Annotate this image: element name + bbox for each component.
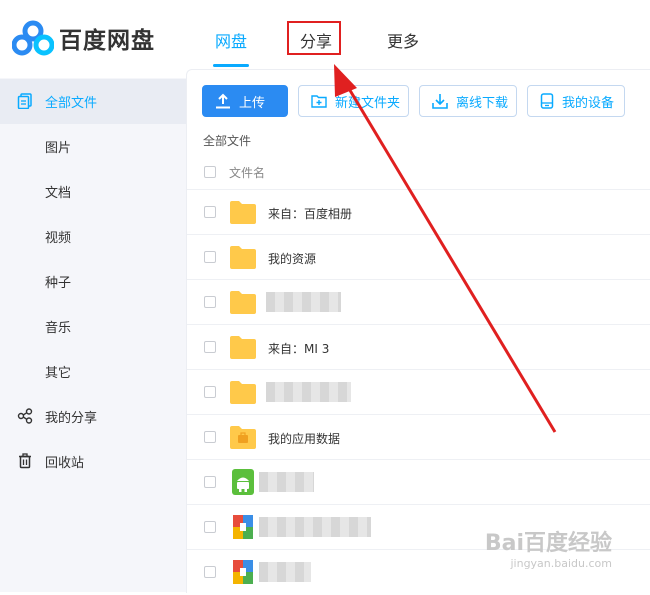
file-panel: 上传 新建文件夹 离线下载 我的设备 全部文件 文件名 来自：百度相册 我的资源… bbox=[186, 69, 650, 593]
sidebar-item-label: 回收站 bbox=[45, 456, 85, 471]
row-checkbox[interactable] bbox=[204, 251, 216, 263]
offline-download-button[interactable]: 离线下载 bbox=[419, 85, 517, 117]
table-row[interactable] bbox=[187, 369, 650, 415]
sidebar-item-label: 种子 bbox=[45, 276, 72, 291]
sidebar: 全部文件 图片 文档 视频 种子 音乐 其它 我的分享 回收站 bbox=[0, 78, 186, 592]
blurred-file-name bbox=[259, 517, 371, 537]
sidebar-item-label: 视频 bbox=[45, 231, 72, 246]
table-row[interactable] bbox=[187, 459, 650, 505]
watermark-logo: Bai百度经验 bbox=[484, 531, 612, 556]
sidebar-item-videos[interactable]: 视频 bbox=[0, 214, 186, 259]
sidebar-item-music[interactable]: 音乐 bbox=[0, 304, 186, 349]
device-icon bbox=[540, 93, 554, 109]
sidebar-item-torrents[interactable]: 种子 bbox=[0, 259, 186, 304]
table-row[interactable]: 来自：百度相册 bbox=[187, 189, 650, 235]
app-name: 百度网盘 bbox=[59, 28, 155, 54]
blurred-file-name bbox=[259, 472, 314, 492]
active-tab-indicator bbox=[213, 64, 249, 67]
table-row[interactable] bbox=[187, 279, 650, 325]
sidebar-item-label: 图片 bbox=[45, 141, 72, 156]
table-row[interactable]: 我的资源 bbox=[187, 234, 650, 280]
sidebar-item-label: 全部文件 bbox=[45, 96, 98, 111]
row-checkbox[interactable] bbox=[204, 341, 216, 353]
sidebar-item-other[interactable]: 其它 bbox=[0, 349, 186, 394]
document-icon bbox=[17, 93, 32, 109]
top-bar: 百度网盘 网盘 分享 更多 bbox=[0, 0, 650, 78]
table-row[interactable]: 来自：MI 3 bbox=[187, 324, 650, 370]
new-folder-label: 新建文件夹 bbox=[335, 95, 401, 111]
file-name[interactable]: 来自：MI 3 bbox=[268, 340, 329, 357]
row-checkbox[interactable] bbox=[204, 521, 216, 533]
row-checkbox[interactable] bbox=[204, 566, 216, 578]
offline-download-label: 离线下载 bbox=[456, 95, 509, 111]
blurred-file-name bbox=[266, 292, 341, 312]
my-devices-label: 我的设备 bbox=[562, 95, 615, 111]
folder-icon bbox=[230, 336, 256, 359]
watermark: Bai百度经验 jingyan.baidu.com bbox=[485, 525, 612, 570]
android-apk-icon bbox=[232, 469, 254, 495]
trash-icon bbox=[19, 453, 31, 469]
sidebar-item-label: 文档 bbox=[45, 186, 72, 201]
my-devices-button[interactable]: 我的设备 bbox=[527, 85, 625, 117]
sidebar-item-label: 我的分享 bbox=[45, 411, 98, 426]
sidebar-item-all-files[interactable]: 全部文件 bbox=[0, 79, 186, 124]
breadcrumb: 全部文件 bbox=[203, 134, 252, 148]
cloud-logo-icon bbox=[12, 20, 54, 56]
row-checkbox[interactable] bbox=[204, 476, 216, 488]
sidebar-item-documents[interactable]: 文档 bbox=[0, 169, 186, 214]
sidebar-item-label: 其它 bbox=[45, 366, 72, 381]
watermark-url: jingyan.baidu.com bbox=[510, 557, 612, 570]
new-folder-icon bbox=[311, 95, 327, 108]
folder-icon bbox=[230, 381, 256, 404]
sidebar-item-label: 音乐 bbox=[45, 321, 72, 336]
row-checkbox[interactable] bbox=[204, 206, 216, 218]
file-name[interactable]: 来自：百度相册 bbox=[268, 205, 352, 222]
column-header-filename[interactable]: 文件名 bbox=[229, 164, 265, 181]
table-row[interactable]: 我的应用数据 bbox=[187, 414, 650, 460]
row-checkbox[interactable] bbox=[204, 296, 216, 308]
archive-icon bbox=[233, 515, 253, 539]
sidebar-item-recycle-bin[interactable]: 回收站 bbox=[0, 439, 186, 484]
annotation-highlight-box bbox=[287, 21, 341, 55]
upload-button[interactable]: 上传 bbox=[202, 85, 288, 117]
upload-label: 上传 bbox=[239, 95, 266, 111]
blurred-file-name bbox=[259, 562, 311, 582]
file-name[interactable]: 我的应用数据 bbox=[268, 430, 340, 447]
share-icon bbox=[17, 408, 33, 424]
app-folder-icon bbox=[230, 426, 256, 449]
upload-icon bbox=[216, 93, 230, 109]
download-icon bbox=[432, 94, 448, 109]
folder-icon bbox=[230, 291, 256, 314]
archive-icon bbox=[233, 560, 253, 584]
row-checkbox[interactable] bbox=[204, 386, 216, 398]
file-name[interactable]: 我的资源 bbox=[268, 250, 316, 267]
select-all-checkbox[interactable] bbox=[204, 166, 216, 178]
tab-netdisk[interactable]: 网盘 bbox=[215, 28, 247, 52]
folder-icon bbox=[230, 246, 256, 269]
row-checkbox[interactable] bbox=[204, 431, 216, 443]
sidebar-item-my-shares[interactable]: 我的分享 bbox=[0, 394, 186, 439]
app-logo[interactable]: 百度网盘 bbox=[12, 20, 155, 56]
sidebar-item-images[interactable]: 图片 bbox=[0, 124, 186, 169]
folder-icon bbox=[230, 201, 256, 224]
blurred-file-name bbox=[266, 382, 351, 402]
new-folder-button[interactable]: 新建文件夹 bbox=[298, 85, 409, 117]
tab-more[interactable]: 更多 bbox=[387, 28, 419, 52]
